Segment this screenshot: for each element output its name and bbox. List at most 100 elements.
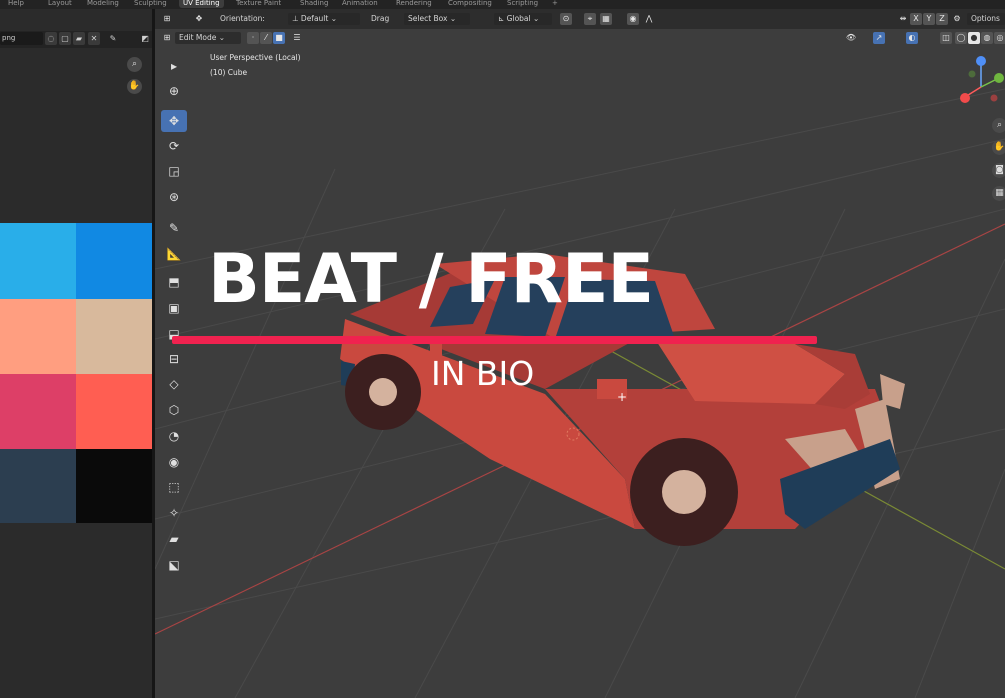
palette-swatch (76, 299, 152, 374)
orientation-value: Default (300, 14, 329, 23)
spin-tool-icon[interactable]: ◔ (161, 425, 187, 447)
zoom-icon[interactable]: ⌕ (127, 57, 142, 72)
grid-view-icon[interactable]: ▦ (992, 186, 1005, 201)
global-axis-icon: ⊾ (498, 14, 507, 23)
pan-hand-icon[interactable]: ✋ (992, 140, 1005, 155)
accent-underline (172, 336, 817, 344)
close-icon[interactable]: ✕ (88, 32, 100, 45)
pin-icon[interactable]: ✎ (107, 32, 119, 45)
open-folder-icon[interactable]: ▰ (73, 32, 85, 45)
tool-header: ⊞ ✥ Orientation: ⊥ Default ⌄ Drag Select… (155, 9, 1005, 29)
knife-tool-icon[interactable]: ◇ (161, 373, 187, 395)
wireframe-shading-icon[interactable]: ◯ (955, 32, 967, 44)
solid-shading-icon[interactable]: ● (968, 32, 980, 44)
shrink-fatten-tool-icon[interactable]: ✧ (161, 502, 187, 524)
3d-viewport[interactable]: + (155, 9, 1005, 698)
vertex-select-icon[interactable]: · (247, 32, 259, 44)
tab-scripting[interactable]: Scripting (503, 0, 542, 8)
viewport-perspective-label: User Perspective (Local) (210, 53, 301, 62)
shear-tool-icon[interactable]: ▰ (161, 528, 187, 550)
edge-slide-tool-icon[interactable]: ⬚ (161, 476, 187, 498)
tab-layout[interactable]: Layout (44, 0, 76, 8)
tab-modeling[interactable]: Modeling (83, 0, 123, 8)
wrench-icon[interactable]: ⚙ (951, 13, 963, 25)
transform-value: Global (506, 14, 531, 23)
palette-swatch (0, 374, 76, 449)
transform-tool-icon[interactable]: ⊛ (161, 186, 187, 208)
editor-type-icon[interactable]: ⊞ (161, 32, 173, 44)
axis-x-toggle[interactable]: X (910, 13, 922, 25)
navigation-gizmo[interactable] (960, 56, 1004, 103)
palette-swatch (76, 374, 152, 449)
xray-icon[interactable]: ◫ (940, 32, 952, 44)
chevron-down-icon: ⌄ (449, 14, 457, 23)
options-dropdown[interactable]: Options (967, 13, 1005, 25)
palette-swatch (76, 223, 152, 299)
gizmo-toggle-icon[interactable]: ↗ (873, 32, 885, 44)
annotate-tool-icon[interactable]: ✎ (161, 217, 187, 239)
editor-type-icon[interactable]: ⊞ (161, 13, 173, 25)
headline-text: BEAT / FREE (208, 240, 654, 319)
axis-z-toggle[interactable]: Z (936, 13, 948, 25)
tab-help[interactable]: Help (4, 0, 28, 8)
subline-text: IN BIO (431, 354, 535, 393)
tab-uv-editing[interactable]: UV Editing (179, 0, 224, 8)
visibility-icon[interactable]: 👁 (845, 32, 857, 44)
pivot-icon[interactable]: ⊙ (560, 13, 572, 25)
mode-value: Edit Mode (179, 33, 217, 42)
extrude-tool-icon[interactable]: ⬒ (161, 271, 187, 293)
inset-tool-icon[interactable]: ▣ (161, 297, 187, 319)
workspace-tab-bar: Help Layout Modeling Sculpting UV Editing Tex… (0, 0, 1005, 9)
drag-value: Select Box (408, 14, 448, 23)
move-tool-icon[interactable]: ✥ (193, 13, 205, 25)
cursor-tool-icon[interactable]: ⊕ (161, 80, 187, 102)
rotate-tool-icon[interactable]: ⟳ (161, 135, 187, 157)
face-select-icon[interactable]: ■ (273, 32, 285, 44)
chevron-down-icon: ⌄ (533, 14, 540, 23)
rendered-shading-icon[interactable]: ◎ (994, 32, 1005, 44)
tab-compositing[interactable]: Compositing (444, 0, 496, 8)
menu-icon[interactable]: ☰ (291, 32, 303, 44)
orientation-icon: ⊥ (292, 14, 301, 23)
orientation-dropdown[interactable]: ⊥ Default ⌄ (288, 13, 360, 25)
camera-icon[interactable]: ◙ (992, 163, 1005, 178)
add-workspace-button[interactable]: + (548, 0, 562, 8)
pan-hand-icon[interactable]: ✋ (127, 79, 142, 94)
loop-cut-tool-icon[interactable]: ⊟ (161, 348, 187, 370)
tab-texture-paint[interactable]: Texture Paint (232, 0, 285, 8)
tab-shading[interactable]: Shading (296, 0, 332, 8)
measure-tool-icon[interactable]: 📐 (161, 243, 187, 265)
image-icon[interactable]: ◩ (139, 32, 151, 45)
tab-rendering[interactable]: Rendering (392, 0, 436, 8)
falloff-icon[interactable]: ⋀ (643, 13, 655, 25)
rip-tool-icon[interactable]: ⬕ (161, 554, 187, 576)
mirror-icon[interactable]: ⇹ (897, 13, 909, 25)
shield-icon[interactable]: ◌ (45, 32, 57, 45)
svg-text:+: + (617, 390, 627, 404)
snap-icon[interactable]: ⌖ (584, 13, 596, 25)
mode-dropdown[interactable]: Edit Mode ⌄ (175, 32, 241, 44)
chevron-down-icon: ⌄ (330, 14, 338, 23)
move-tool-icon[interactable]: ✥ (161, 110, 187, 132)
active-object-label: (10) Cube (210, 68, 248, 77)
overlay-toggle-icon[interactable]: ◐ (906, 32, 918, 44)
new-image-icon[interactable]: ▢ (59, 32, 71, 45)
palette-swatch (0, 449, 76, 523)
transform-orientation-dropdown[interactable]: ⊾ Global ⌄ (494, 13, 552, 25)
axis-y-toggle[interactable]: Y (923, 13, 935, 25)
scale-tool-icon[interactable]: ◲ (161, 160, 187, 182)
material-shading-icon[interactable]: ◍ (981, 32, 993, 44)
poly-build-tool-icon[interactable]: ⬡ (161, 399, 187, 421)
image-name-field[interactable]: png (0, 32, 43, 45)
proportional-edit-icon[interactable]: ◉ (627, 13, 639, 25)
orientation-label: Orientation: (220, 14, 265, 23)
drag-dropdown[interactable]: Select Box ⌄ (404, 13, 470, 25)
select-box-tool-icon[interactable]: ▸ (161, 55, 187, 77)
edge-select-icon[interactable]: ⁄ (260, 32, 272, 44)
zoom-icon[interactable]: ⌕ (992, 118, 1005, 133)
tab-animation[interactable]: Animation (338, 0, 382, 8)
snap-grid-icon[interactable]: ▦ (600, 13, 612, 25)
palette-swatch (0, 299, 76, 374)
smooth-tool-icon[interactable]: ◉ (161, 451, 187, 473)
tab-sculpting[interactable]: Sculpting (130, 0, 171, 8)
